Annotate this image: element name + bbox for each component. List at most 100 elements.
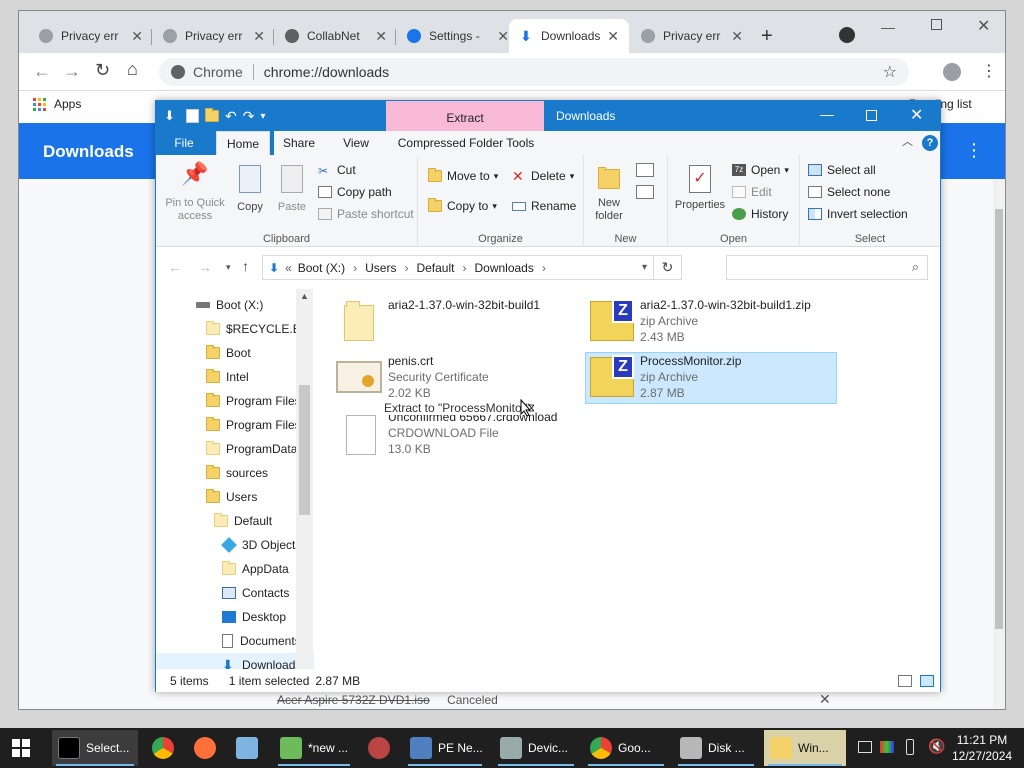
easy-access-icon[interactable] bbox=[636, 185, 654, 199]
address-bar[interactable]: ⬇ « Boot (X:) › Users › Default › Downlo… bbox=[262, 255, 682, 280]
maximize-button[interactable] bbox=[931, 19, 942, 30]
redo-icon[interactable]: ↷ bbox=[243, 108, 255, 125]
taskbar-firefox[interactable] bbox=[188, 730, 224, 766]
taskbar-chrome[interactable] bbox=[146, 730, 182, 766]
breadcrumb-boot[interactable]: Boot (X:) bbox=[298, 261, 345, 275]
details-view-icon[interactable] bbox=[898, 675, 912, 687]
select-all-button[interactable]: Select all bbox=[808, 163, 876, 177]
file-item[interactable]: aria2-1.37.0-win-32bit-build1 bbox=[334, 297, 574, 347]
taskbar-disk-management[interactable]: Disk ... bbox=[674, 730, 758, 766]
clock[interactable]: 11:21 PM 12/27/2024 bbox=[952, 732, 1012, 764]
nav-item[interactable]: Documents bbox=[156, 629, 314, 653]
breadcrumb-users[interactable]: Users bbox=[365, 261, 396, 275]
file-item[interactable]: Z ProcessMonitor.zip zip Archive 2.87 MB bbox=[585, 352, 837, 404]
downloads-menu-icon[interactable]: ⋮ bbox=[965, 140, 983, 161]
tab-privacy-error-3[interactable]: Privacy err ✕ bbox=[631, 19, 753, 53]
tab-collabnet[interactable]: CollabNet ✕ bbox=[275, 19, 397, 53]
properties-icon[interactable] bbox=[186, 109, 199, 123]
address-dropdown-icon[interactable]: ▾ bbox=[642, 262, 647, 273]
remove-download-icon[interactable]: ✕ bbox=[819, 691, 831, 708]
properties-button[interactable]: ✓ Properties bbox=[670, 165, 730, 212]
close-icon[interactable]: ✕ bbox=[253, 28, 265, 45]
back-button[interactable]: ← bbox=[168, 259, 182, 275]
forward-button[interactable]: → bbox=[63, 61, 81, 82]
breadcrumb-default[interactable]: Default bbox=[416, 261, 454, 275]
nav-item[interactable]: Desktop bbox=[156, 605, 314, 629]
nav-item[interactable]: Boot bbox=[156, 341, 314, 365]
forward-button[interactable]: → bbox=[198, 259, 212, 275]
up-button[interactable]: ↑ bbox=[242, 258, 249, 274]
star-icon[interactable]: ☆ bbox=[883, 62, 897, 82]
contextual-tab-extract[interactable]: Extract bbox=[386, 101, 544, 131]
tab-privacy-error-2[interactable]: Privacy err ✕ bbox=[153, 19, 275, 53]
tab-compressed-folder-tools[interactable]: Compressed Folder Tools bbox=[388, 131, 544, 155]
invert-selection-button[interactable]: Invert selection bbox=[808, 207, 908, 221]
nav-item[interactable]: 3D Objects bbox=[156, 533, 314, 557]
paste-shortcut-button[interactable]: Paste shortcut bbox=[318, 207, 414, 221]
cut-button[interactable]: ✂ Cut bbox=[318, 163, 356, 178]
nav-item[interactable]: Users bbox=[156, 485, 314, 509]
new-tab-button[interactable]: + bbox=[761, 25, 773, 48]
new-folder-icon[interactable] bbox=[205, 108, 219, 122]
collapse-ribbon-icon[interactable]: ︿ bbox=[902, 133, 913, 149]
apps-shortcut[interactable]: Apps bbox=[33, 97, 81, 111]
nav-item[interactable]: Program Files bbox=[156, 413, 314, 437]
profile-avatar[interactable] bbox=[943, 63, 961, 81]
taskbar-pe-network[interactable]: PE Ne... bbox=[404, 730, 486, 766]
taskbar-notes[interactable] bbox=[230, 730, 266, 766]
tab-file[interactable]: File bbox=[156, 131, 212, 155]
minimize-button[interactable]: — bbox=[820, 106, 834, 122]
copy-button[interactable]: Copy bbox=[232, 165, 268, 214]
nav-item[interactable]: Program Files bbox=[156, 389, 314, 413]
menu-kebab-icon[interactable]: ⋮ bbox=[981, 61, 997, 81]
file-item[interactable]: Zaria2-1.37.0-win-32bit-build1.zip zip Ar… bbox=[586, 297, 836, 347]
taskbar-device-manager[interactable]: Devic... bbox=[494, 730, 578, 766]
nav-item[interactable]: Default bbox=[156, 509, 314, 533]
close-icon[interactable]: ✕ bbox=[731, 28, 743, 45]
breadcrumb-downloads[interactable]: Downloads bbox=[474, 261, 533, 275]
taskbar-explorer[interactable]: Win... bbox=[764, 730, 846, 766]
history-button[interactable]: History bbox=[732, 207, 788, 221]
tab-view[interactable]: View bbox=[324, 131, 388, 155]
close-icon[interactable]: ✕ bbox=[607, 28, 619, 45]
file-item[interactable]: penis.crt Security Certificate 2.02 KB bbox=[334, 353, 574, 403]
new-folder-button[interactable]: New folder bbox=[588, 165, 630, 223]
paste-button[interactable]: Paste bbox=[274, 165, 310, 214]
nav-item[interactable]: ⬇ Downloads bbox=[156, 653, 314, 669]
delete-button[interactable]: ✕ Delete ▾ bbox=[512, 169, 574, 183]
home-button[interactable]: ⌂ bbox=[127, 59, 138, 80]
nav-item[interactable]: sources bbox=[156, 461, 314, 485]
taskbar-settings[interactable] bbox=[362, 730, 398, 766]
reload-button[interactable]: ↻ bbox=[95, 60, 110, 81]
close-window-button[interactable]: ✕ bbox=[977, 16, 990, 36]
tab-downloads[interactable]: ⬇ Downloads ✕ bbox=[509, 19, 629, 53]
close-icon[interactable]: ✕ bbox=[497, 28, 509, 45]
minimize-button[interactable]: — bbox=[881, 19, 895, 35]
undo-icon[interactable]: ↶ bbox=[225, 108, 237, 125]
nav-item[interactable]: $RECYCLE.BIN bbox=[156, 317, 314, 341]
taskbar-google[interactable]: Goo... bbox=[584, 730, 668, 766]
close-window-button[interactable]: ✕ bbox=[910, 105, 923, 125]
taskbar-cmd[interactable]: Select... bbox=[52, 730, 138, 766]
help-icon[interactable]: ? bbox=[922, 135, 938, 151]
tab-share[interactable]: Share bbox=[274, 131, 324, 155]
tab-privacy-error-1[interactable]: Privacy err ✕ bbox=[29, 19, 153, 53]
pin-quick-access-button[interactable]: 📌 Pin to Quick access bbox=[162, 163, 228, 223]
large-icons-view-icon[interactable] bbox=[920, 675, 934, 687]
nav-item[interactable]: Boot (X:) bbox=[156, 293, 314, 317]
nav-item[interactable]: Intel bbox=[156, 365, 314, 389]
select-none-button[interactable]: Select none bbox=[808, 185, 890, 199]
nav-item[interactable]: ProgramData bbox=[156, 437, 314, 461]
copy-path-button[interactable]: Copy path bbox=[318, 185, 392, 199]
close-icon[interactable]: ✕ bbox=[375, 28, 387, 45]
back-button[interactable]: ← bbox=[33, 61, 51, 82]
taskbar-notepad[interactable]: *new ... bbox=[274, 730, 354, 766]
refresh-icon[interactable]: ↻ bbox=[653, 256, 681, 279]
battery-tray-icon[interactable] bbox=[906, 739, 914, 755]
nav-scrollbar[interactable]: ▲ bbox=[296, 289, 313, 669]
tab-home[interactable]: Home bbox=[216, 131, 270, 155]
edit-button[interactable]: Edit bbox=[732, 185, 772, 199]
network-tray-icon[interactable] bbox=[858, 741, 872, 753]
move-to-button[interactable]: Move to ▾ bbox=[428, 168, 498, 183]
file-item[interactable]: Unconfirmed 65667.crdownload CRDOWNLOAD F… bbox=[334, 409, 574, 459]
